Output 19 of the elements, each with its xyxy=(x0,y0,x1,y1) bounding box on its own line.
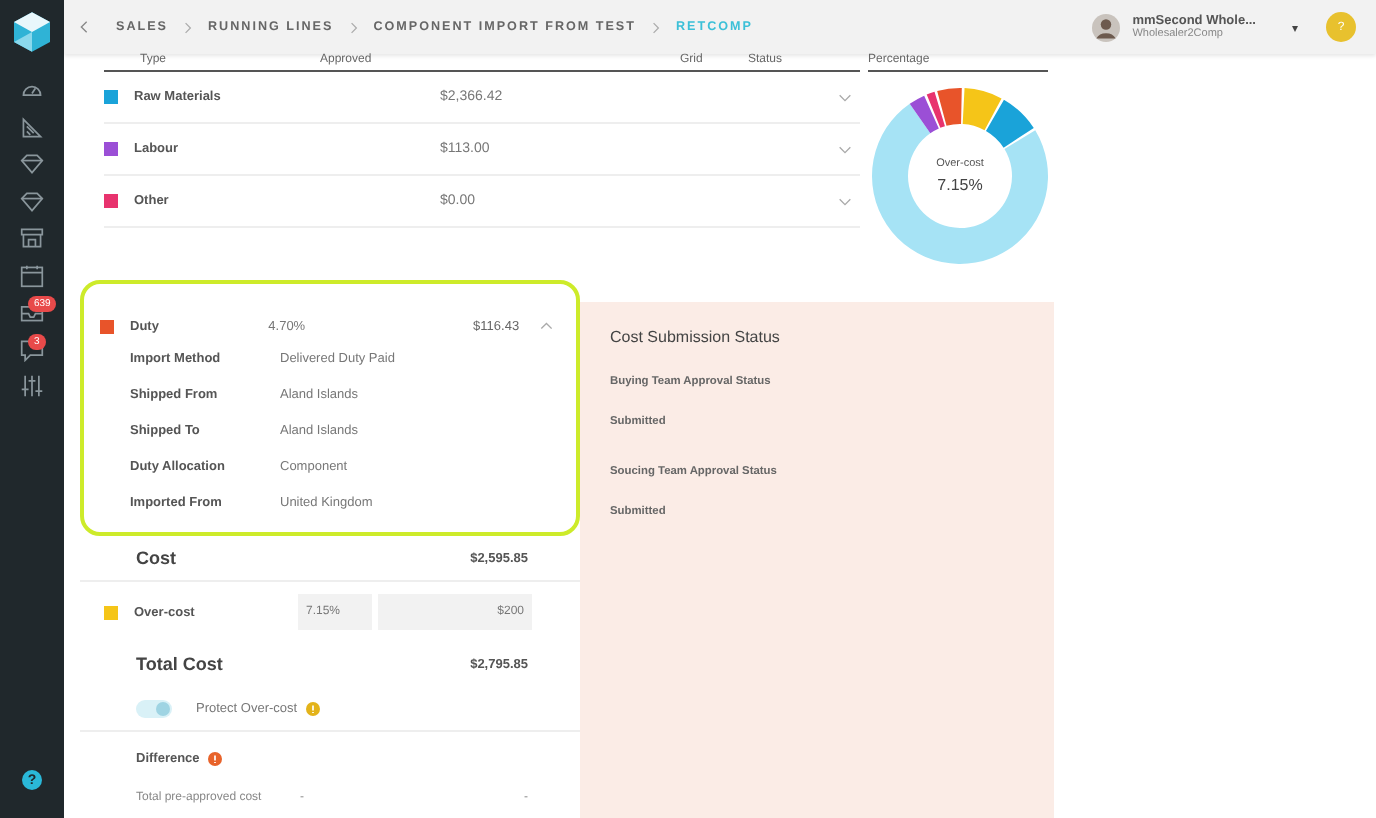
store-icon[interactable] xyxy=(20,226,44,251)
logo-icon[interactable] xyxy=(14,12,50,52)
layers-icon[interactable] xyxy=(20,115,44,140)
calendar-icon[interactable] xyxy=(20,263,44,288)
sliders-icon[interactable] xyxy=(20,374,44,399)
gem-icon[interactable] xyxy=(20,152,44,177)
warning-icon[interactable] xyxy=(207,751,222,765)
gem-icon[interactable] xyxy=(20,189,44,214)
toggle-switch[interactable] xyxy=(136,699,172,717)
donut-value: 7.15% xyxy=(937,176,983,194)
back-icon[interactable] xyxy=(80,20,88,34)
chevron-icon xyxy=(349,21,358,33)
avatar[interactable] xyxy=(1092,13,1121,41)
cost-label: Cost xyxy=(136,548,176,568)
total-cost-label: Total Cost xyxy=(136,654,223,674)
panel-title: Cost Submission Status xyxy=(610,328,782,346)
chevron-icon xyxy=(184,21,192,33)
chevron-icon xyxy=(651,21,660,33)
chat-icon[interactable] xyxy=(20,337,44,362)
